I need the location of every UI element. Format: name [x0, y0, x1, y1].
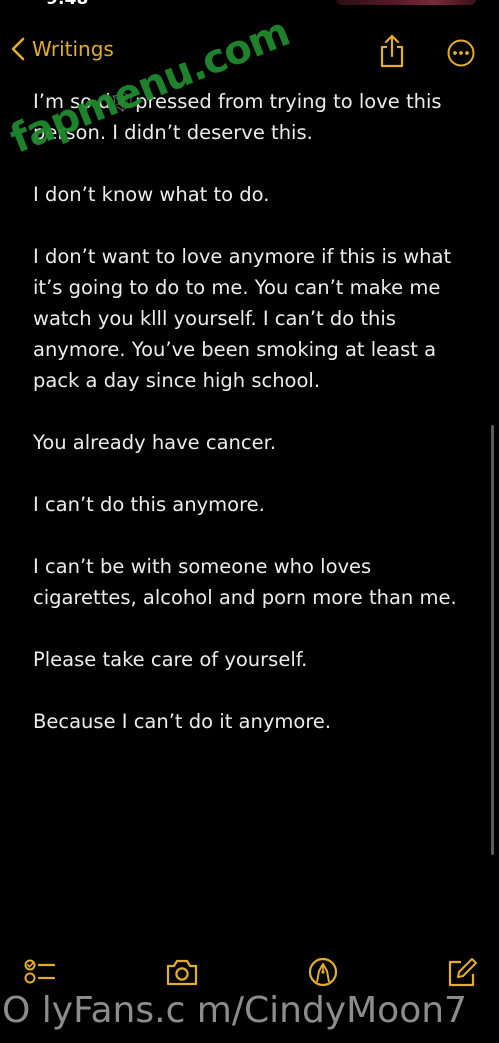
ellipsis-circle-icon: [447, 39, 475, 71]
note-paragraph: You already have cancer.: [33, 431, 277, 454]
markup-button[interactable]: [305, 956, 341, 988]
checklist-button[interactable]: [22, 956, 58, 988]
camera-button[interactable]: [164, 956, 200, 988]
bottom-toolbar: [0, 952, 499, 992]
back-label: Writings: [32, 37, 114, 61]
scroll-indicator[interactable]: [491, 425, 494, 855]
compose-button[interactable]: [444, 956, 480, 988]
more-button[interactable]: [447, 39, 475, 67]
status-bar: 9:48: [0, 0, 499, 12]
watermark-bottom: O lyFans.c m/CindyMoon7: [2, 990, 467, 1031]
note-body[interactable]: I’m so d🕸️pressed from trying to love th…: [33, 86, 473, 768]
chevron-left-icon: [10, 36, 26, 62]
note-paragraph: I can’t do this anymore.: [33, 493, 265, 516]
status-time: 9:48: [46, 0, 88, 9]
share-icon: [378, 34, 406, 72]
back-button[interactable]: Writings: [10, 36, 114, 62]
note-paragraph: Because I can’t do it anymore.: [33, 710, 332, 733]
note-paragraph: I can’t be with someone who loves cigare…: [33, 555, 457, 609]
note-paragraph: I don’t know what to do.: [33, 183, 270, 206]
note-paragraph: I don’t want to love anymore if this is …: [33, 245, 458, 392]
note-paragraph: Please take care of yourself.: [33, 648, 308, 671]
share-button[interactable]: [378, 34, 406, 68]
status-indicators: [336, 0, 476, 5]
